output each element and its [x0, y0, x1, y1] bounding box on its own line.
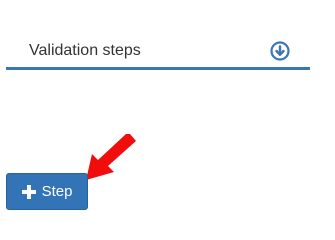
plus-icon	[21, 184, 36, 199]
download-circle-icon[interactable]	[269, 40, 291, 62]
add-step-label: Step	[41, 183, 73, 200]
validation-steps-header[interactable]: Validation steps	[6, 34, 310, 70]
add-step-button[interactable]: Step	[6, 173, 88, 210]
section-title: Validation steps	[29, 42, 141, 59]
